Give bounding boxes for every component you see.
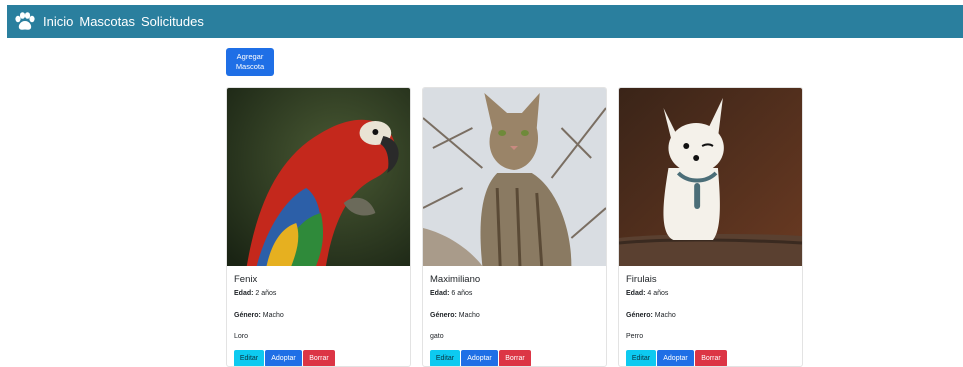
delete-button[interactable]: Borrar	[499, 350, 531, 366]
pet-gender: Género: Macho	[234, 312, 284, 319]
edit-button[interactable]: Editar	[234, 350, 264, 366]
card-actions: Editar Adoptar Borrar	[626, 350, 795, 366]
adopt-button[interactable]: Adoptar	[265, 350, 302, 366]
pet-age: Edad: 4 años	[626, 290, 669, 297]
delete-button[interactable]: Borrar	[303, 350, 335, 366]
pet-age: Edad: 2 años	[234, 290, 277, 297]
pet-kind: gato	[430, 333, 444, 340]
navbar: Inicio Mascotas Solicitudes	[7, 5, 963, 38]
pet-age: Edad: 6 años	[430, 290, 473, 297]
pet-kind: Loro	[234, 333, 249, 340]
delete-button[interactable]: Borrar	[695, 350, 727, 366]
cat-photo	[423, 88, 606, 266]
card-actions: Editar Adoptar Borrar	[430, 350, 599, 366]
edit-button[interactable]: Editar	[626, 350, 656, 366]
edit-button[interactable]: Editar	[430, 350, 460, 366]
paw-icon[interactable]	[13, 11, 37, 33]
pet-card: Fenix Edad: 2 años Género: Macho Loro Ed…	[226, 87, 411, 367]
pet-kind: Perro	[626, 333, 644, 340]
pet-name: Fenix	[234, 274, 258, 285]
add-pet-button[interactable]: Agregar Mascota	[226, 48, 274, 76]
adopt-button[interactable]: Adoptar	[657, 350, 694, 366]
pet-gender: Género: Macho	[626, 312, 676, 319]
pet-name: Firulais	[626, 274, 657, 285]
nav-link-inicio[interactable]: Inicio	[43, 5, 73, 38]
parrot-photo	[227, 88, 410, 266]
nav-link-solicitudes[interactable]: Solicitudes	[141, 5, 204, 38]
nav-link-mascotas[interactable]: Mascotas	[79, 5, 135, 38]
card-actions: Editar Adoptar Borrar	[234, 350, 403, 366]
adopt-button[interactable]: Adoptar	[461, 350, 498, 366]
pet-card: Maximiliano Edad: 6 años Género: Macho g…	[422, 87, 607, 367]
pet-gender: Género: Macho	[430, 312, 480, 319]
pet-name: Maximiliano	[430, 274, 481, 285]
pet-card: Firulais Edad: 4 años Género: Macho Perr…	[618, 87, 803, 367]
dog-photo	[619, 88, 802, 266]
